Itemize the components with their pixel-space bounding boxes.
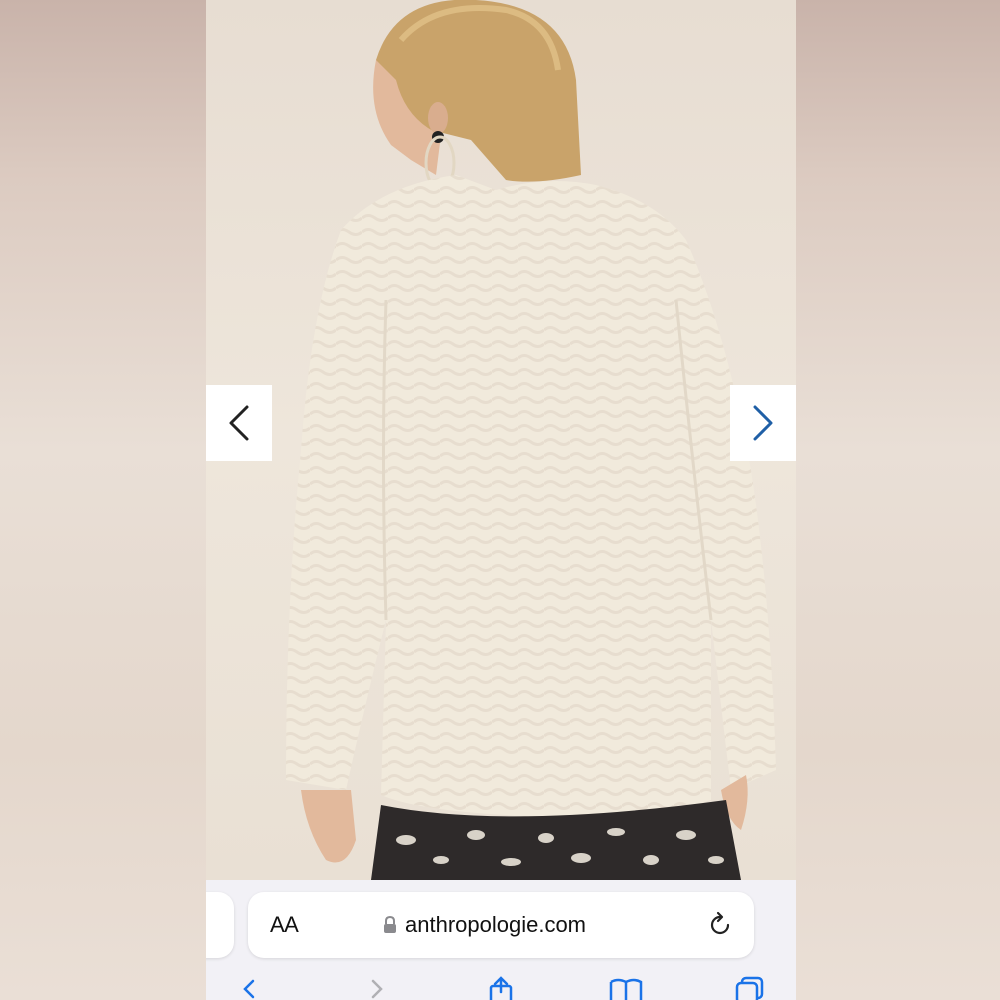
right-blurred-background [796, 0, 1000, 1000]
phone-screen: AA anthropologie.com [206, 0, 796, 1000]
previous-image-button[interactable] [206, 385, 272, 461]
url-display[interactable]: anthropologie.com [383, 910, 586, 940]
left-blurred-background [0, 0, 206, 1000]
product-photo-illustration [286, 0, 776, 880]
reload-icon[interactable] [706, 911, 734, 939]
url-text: anthropologie.com [405, 912, 587, 937]
text-size-button[interactable]: AA [270, 912, 299, 938]
chevron-right-icon [753, 405, 773, 441]
share-icon[interactable] [486, 976, 516, 1000]
tabs-icon[interactable] [734, 976, 766, 1000]
browser-bottom-bar: AA anthropologie.com [206, 880, 796, 1000]
back-icon[interactable] [238, 978, 260, 1000]
forward-icon[interactable] [366, 978, 388, 1000]
bookmarks-icon[interactable] [608, 978, 644, 1000]
product-image [206, 0, 796, 880]
next-image-button[interactable] [730, 385, 796, 461]
chevron-left-icon [229, 405, 249, 441]
address-bar[interactable]: AA anthropologie.com [248, 892, 754, 958]
previous-tab-address-bar[interactable] [206, 892, 234, 958]
lock-icon [384, 916, 396, 933]
